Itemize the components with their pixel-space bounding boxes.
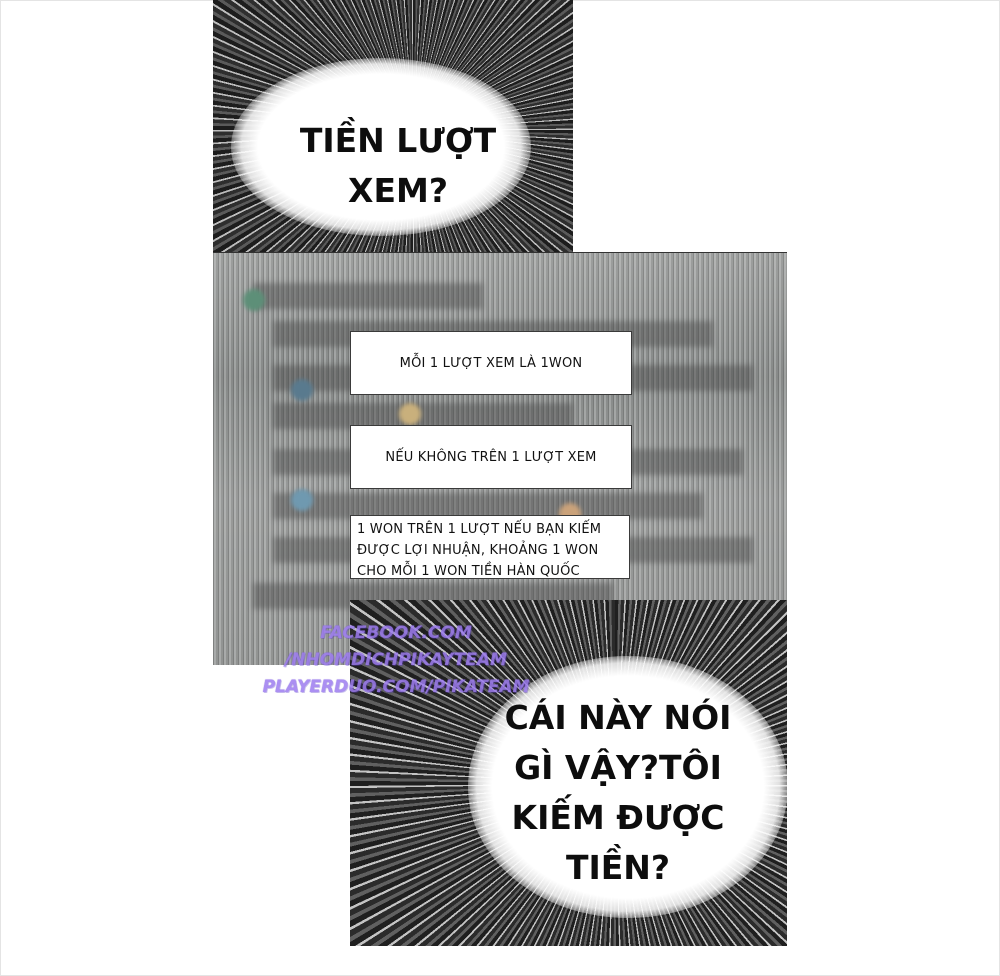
caption-line: ĐƯỢC LỢI NHUẬN, KHOẢNG 1 WON xyxy=(357,543,599,558)
shout-text-bottom: CÁI NÀY NÓI GÌ VẬY?TÔI KIẾM ĐƯỢC TIỀN? xyxy=(504,698,732,887)
watermark-line: /NHOMDICHPIKAYTEAM xyxy=(285,650,507,670)
blurred-avatar xyxy=(291,379,313,401)
shout-text-top: TIỀN LƯỢT XEM? xyxy=(299,121,497,210)
caption-line: CHO MỖI 1 WON TIỀN HÀN QUỐC xyxy=(357,564,580,579)
blurred-avatar xyxy=(291,489,313,511)
caption-box-2: NẾU KHÔNG TRÊN 1 LƯỢT XEM xyxy=(350,425,632,489)
watermark-line: PLAYERDUO.COM/PIKATEAM xyxy=(262,677,530,697)
scanlation-watermark: FACEBOOK.COM /NHOMDICHPIKAYTEAM PLAYERDU… xyxy=(236,620,556,701)
caption-line: 1 WON TRÊN 1 LƯỢT NẾU BẠN KIẾM xyxy=(357,522,602,537)
blurred-avatar xyxy=(399,403,421,425)
caption-box-1: MỖI 1 LƯỢT XEM LÀ 1WON xyxy=(350,331,632,395)
blurred-row xyxy=(253,283,483,309)
watermark-line: FACEBOOK.COM xyxy=(320,623,472,643)
blurred-avatar xyxy=(243,289,265,311)
caption-box-3: 1 WON TRÊN 1 LƯỢT NẾU BẠN KIẾM ĐƯỢC LỢI … xyxy=(350,515,630,579)
